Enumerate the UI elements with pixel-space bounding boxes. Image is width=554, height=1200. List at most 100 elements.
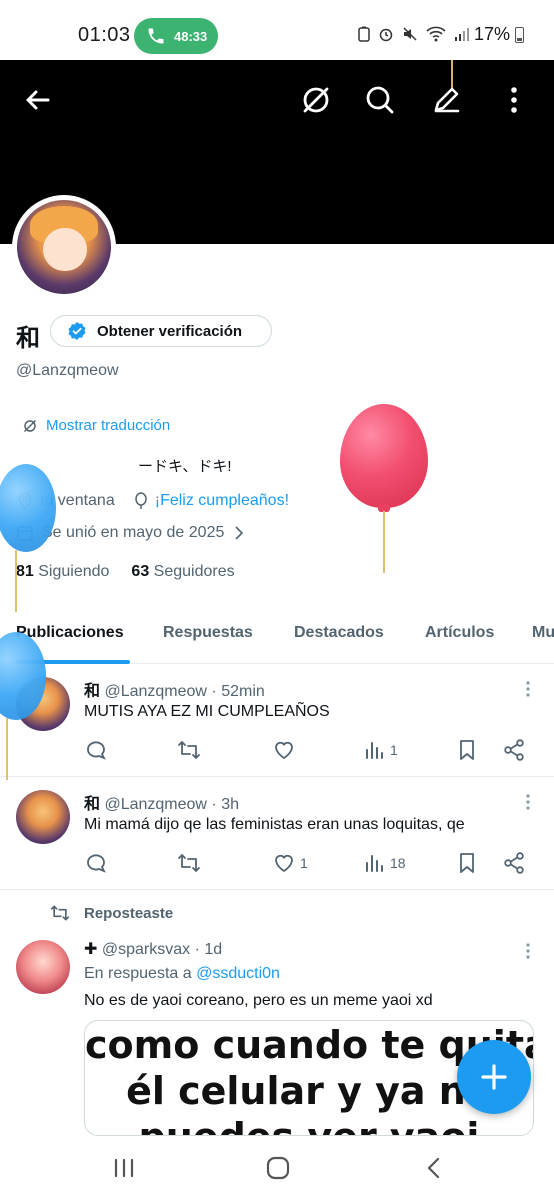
bookmark-button[interactable] <box>456 850 478 876</box>
back-button[interactable] <box>18 80 58 120</box>
blue-balloon-string <box>6 718 8 780</box>
tab-articles[interactable]: Artículos <box>425 624 494 642</box>
followers-link[interactable]: 63 Seguidores <box>131 563 234 581</box>
repost-label-text: Reposteaste <box>84 904 174 922</box>
like-icon <box>275 854 293 873</box>
battery-icon <box>515 27 524 43</box>
tweet-more-icon[interactable] <box>518 679 538 699</box>
verified-badge-icon <box>68 322 86 340</box>
phone-icon <box>148 28 164 44</box>
reply-icon <box>87 741 106 760</box>
get-verified-label: Obtener verificación <box>97 322 243 340</box>
tweet-text: Mi mamá dijo qe las feministas eran unas… <box>84 816 465 833</box>
reply-icon <box>87 854 106 873</box>
battery-saver-icon <box>358 26 370 42</box>
views-count: 1 <box>390 742 398 758</box>
retweet-icon <box>178 741 200 759</box>
alarm-icon <box>379 28 393 42</box>
reply-button[interactable] <box>84 850 108 876</box>
profile-name: 和 <box>16 325 40 352</box>
tweet-header: 和 @Lanzqmeow · 3h <box>84 790 239 814</box>
tweet-time: · 3h <box>211 796 240 813</box>
compose-button[interactable] <box>457 1040 531 1114</box>
search-button[interactable] <box>360 80 400 120</box>
following-count: 81 <box>16 563 34 580</box>
tweet-author-name: 和 <box>84 796 101 813</box>
reply-button[interactable] <box>84 737 108 763</box>
more-button[interactable] <box>494 80 534 120</box>
followers-count: 63 <box>131 563 150 580</box>
tweet-more-icon[interactable] <box>518 792 538 812</box>
show-translation-label: Mostrar traducción <box>46 417 171 434</box>
battery-percent: 17% <box>473 24 510 44</box>
following-link[interactable]: 81 Siguiendo <box>16 563 109 581</box>
profile-meta-row: tu ventana ¡Feliz cumpleaños! <box>16 492 289 510</box>
like-icon <box>275 741 293 760</box>
call-indicator[interactable]: 48:33 <box>134 18 218 54</box>
balloon-icon <box>134 492 147 509</box>
share-button[interactable] <box>502 850 526 876</box>
tweet-avatar[interactable] <box>16 790 70 844</box>
tweet-actions: 1 <box>84 737 534 763</box>
birthday-link[interactable]: ¡Feliz cumpleaños! <box>155 492 289 510</box>
repost-label: Reposteaste <box>48 903 173 923</box>
status-time: 01:03 <box>78 24 131 46</box>
retweet-button[interactable] <box>176 850 202 876</box>
tweet-author-handle: @Lanzqmeow <box>104 683 207 700</box>
tweet-avatar[interactable] <box>16 940 70 994</box>
pink-balloon-string <box>383 511 385 573</box>
profile-tabs: Publicaciones Respuestas Destacados Artí… <box>0 604 554 664</box>
share-icon <box>504 739 524 761</box>
views-count: 18 <box>390 855 406 871</box>
tab-highlights[interactable]: Destacados <box>294 624 384 642</box>
tab-replies[interactable]: Respuestas <box>163 624 253 642</box>
share-button[interactable] <box>502 737 526 763</box>
signal-icon <box>455 28 469 41</box>
edit-icon <box>434 87 460 113</box>
reply-to-link[interactable]: @ssducti0n <box>196 965 280 982</box>
tweet-author-name: 和 <box>84 683 101 700</box>
status-bar: 01:03 48:33 17% <box>0 0 554 60</box>
back-arrow-icon <box>26 90 50 110</box>
get-verified-button[interactable]: Obtener verificación <box>50 315 272 347</box>
tweet-header: 和 @Lanzqmeow · 52min <box>84 677 265 701</box>
joined-date: Se unió en mayo de 2025 <box>42 524 225 541</box>
bookmark-button[interactable] <box>456 737 478 763</box>
followers-label: Seguidores <box>153 563 235 580</box>
retweet-button[interactable] <box>176 737 202 763</box>
like-button[interactable]: 1 <box>272 850 308 876</box>
tweet-more-icon[interactable] <box>518 941 538 961</box>
avatar-face <box>43 228 87 272</box>
edit-button[interactable] <box>426 80 466 120</box>
bookmark-icon <box>460 853 474 873</box>
retweet-icon <box>178 854 200 872</box>
recent-apps-icon[interactable] <box>110 1154 138 1182</box>
views-icon <box>366 855 383 872</box>
more-vert-icon <box>511 87 517 113</box>
views-button[interactable]: 1 <box>364 737 398 763</box>
following-label: Siguiendo <box>38 563 110 580</box>
meme-text-line: puedes ver yaoi <box>85 1115 533 1135</box>
tweet[interactable]: 和 @Lanzqmeow · 52min MUTIS AYA EZ MI CUM… <box>0 665 554 777</box>
views-button[interactable]: 18 <box>364 850 406 876</box>
like-button[interactable] <box>272 737 300 763</box>
avatar-image <box>17 200 111 294</box>
tweet-time: · 1d <box>194 941 223 958</box>
profile-avatar[interactable] <box>12 195 116 299</box>
reply-prefix: En respuesta a <box>84 965 192 982</box>
chevron-right-icon <box>235 526 244 540</box>
like-count: 1 <box>300 855 308 871</box>
translate-icon <box>303 87 329 113</box>
profile-handle: @Lanzqmeow <box>16 362 119 379</box>
tweet-actions: 1 18 <box>84 850 534 876</box>
tab-media[interactable]: Mu <box>532 624 554 642</box>
show-translation-link[interactable]: Mostrar traducción <box>22 417 170 434</box>
translate-button[interactable] <box>296 80 336 120</box>
tweet[interactable]: 和 @Lanzqmeow · 3h Mi mamá dijo qe las fe… <box>0 778 554 890</box>
back-nav-icon[interactable] <box>420 1154 448 1182</box>
home-icon[interactable] <box>264 1154 292 1182</box>
blue-balloon-string <box>15 550 17 612</box>
share-icon <box>504 852 524 874</box>
profile-bio: ードキ、ドキ! <box>138 458 232 475</box>
tweet-header: ✚ @sparksvax · 1d <box>84 939 222 959</box>
